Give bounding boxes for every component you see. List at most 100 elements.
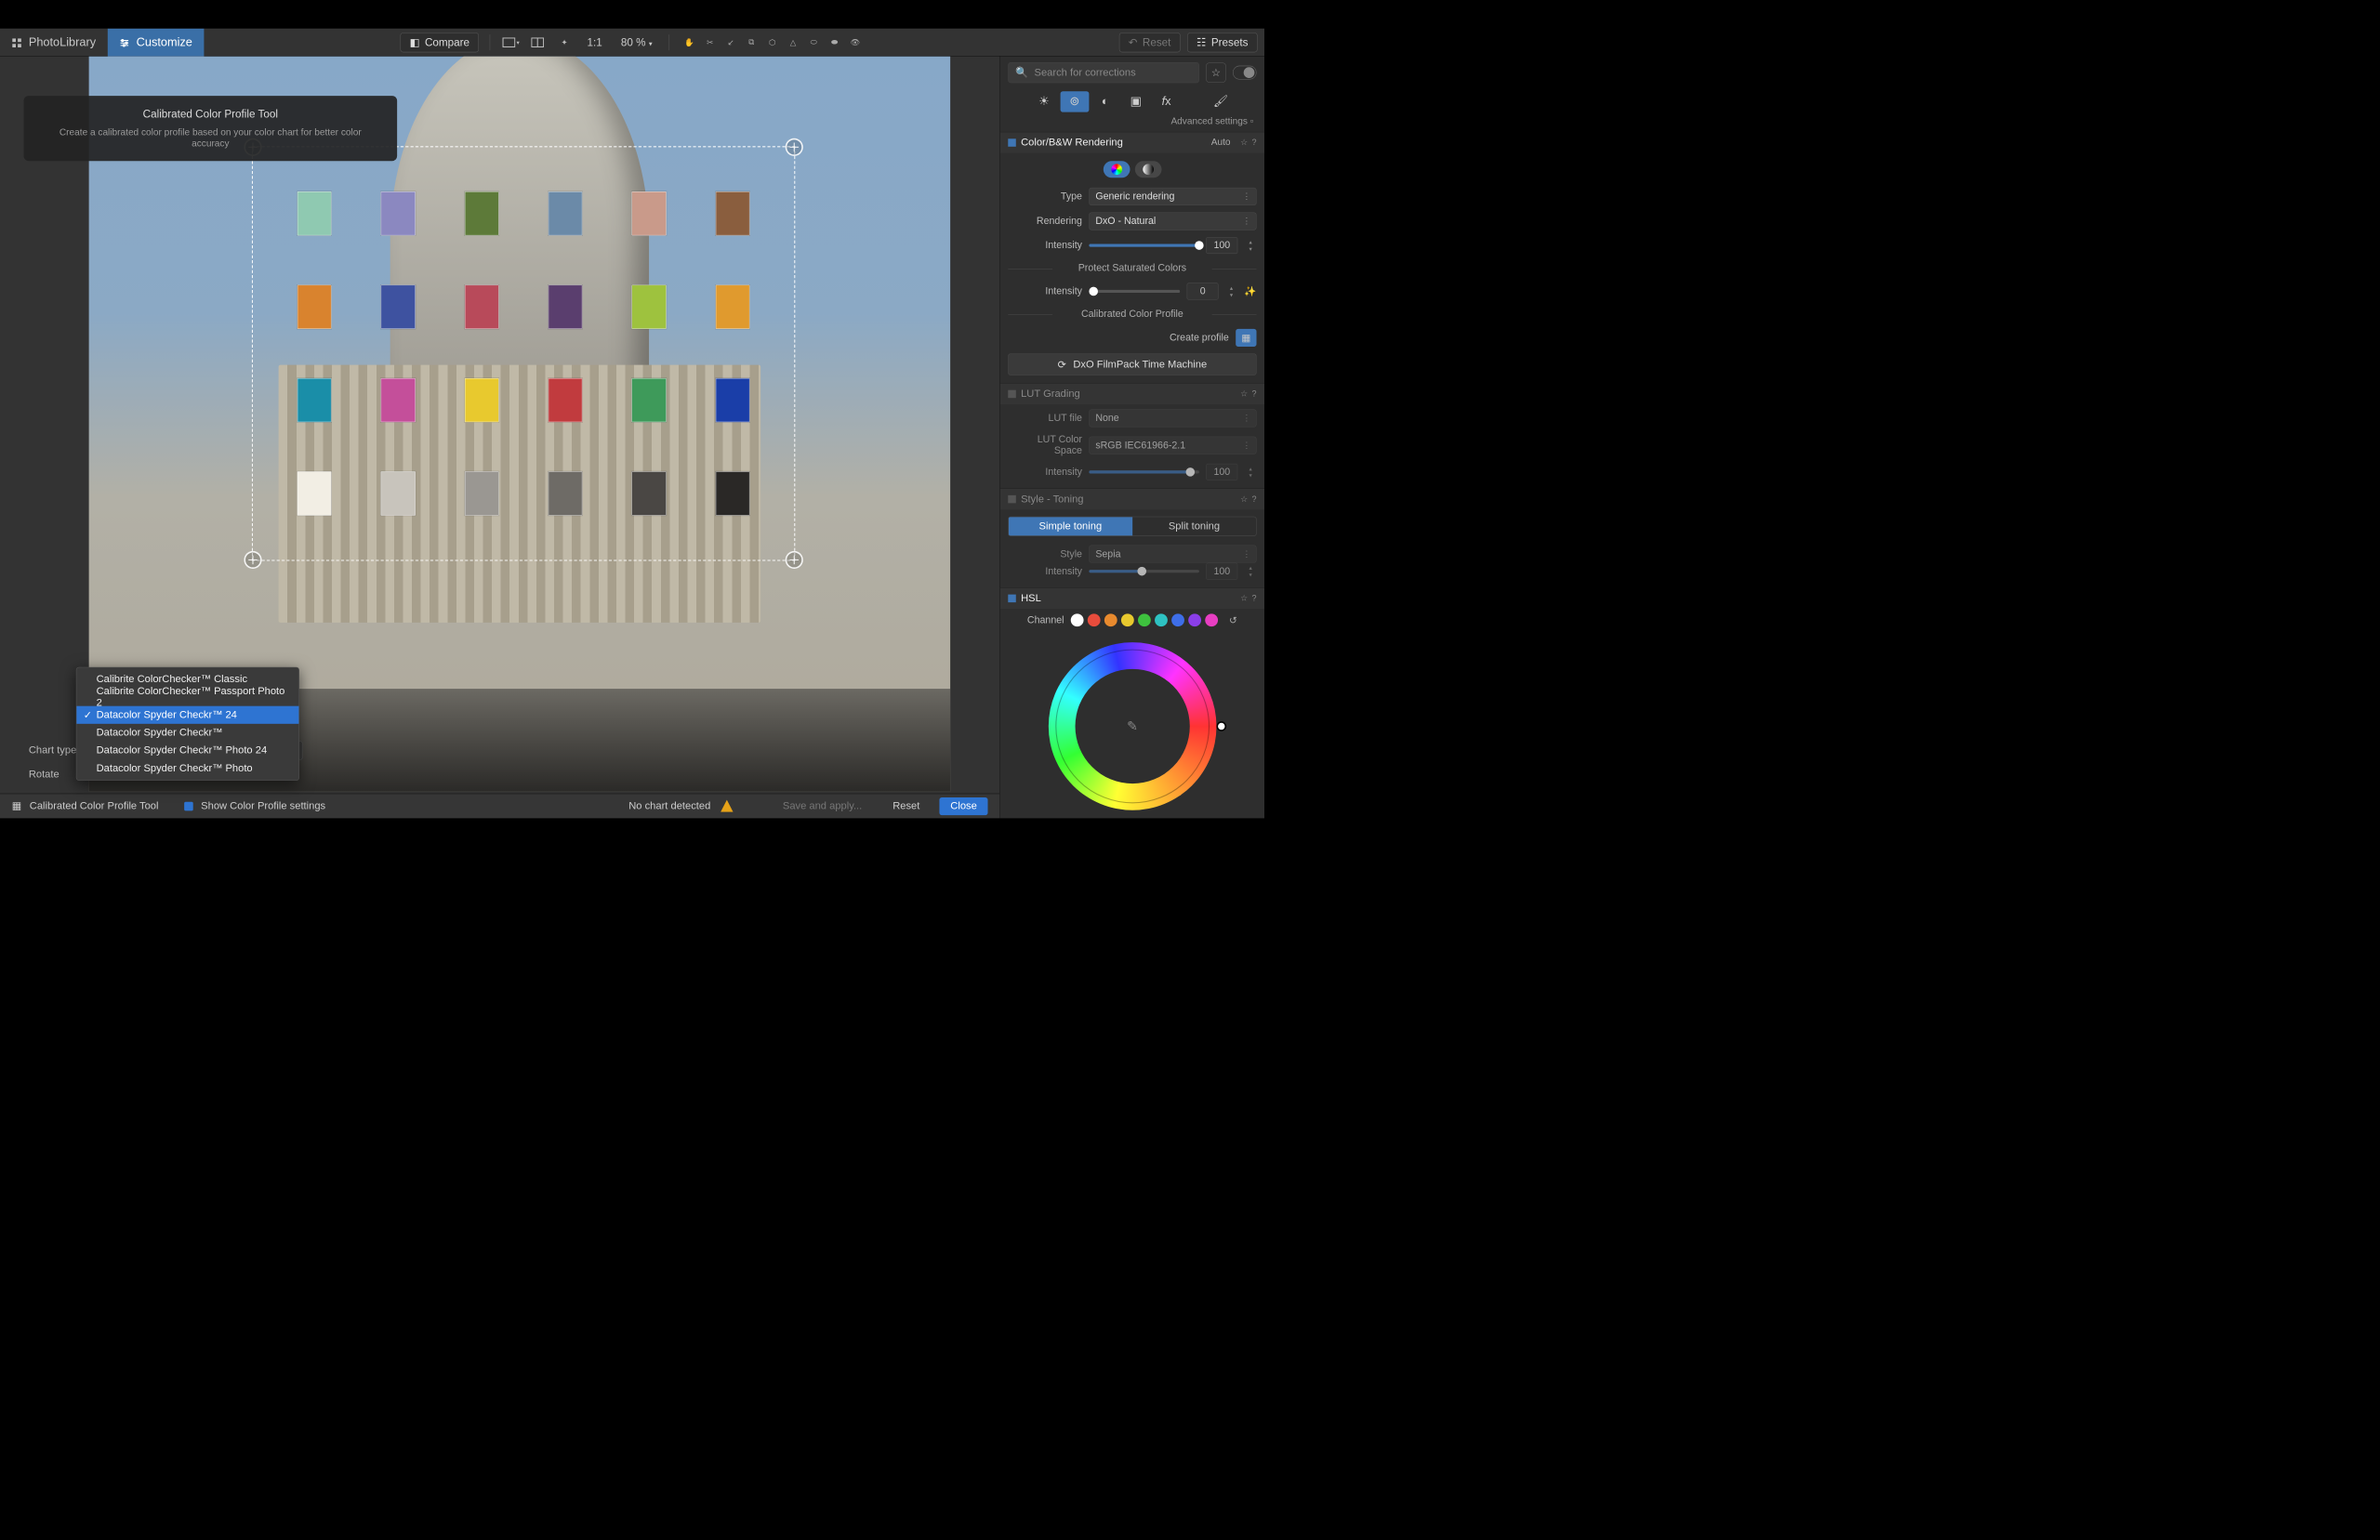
sliders-icon	[120, 37, 130, 47]
tab-photolibrary[interactable]: PhotoLibrary	[0, 29, 108, 57]
subhead-protect: Protect Saturated Colors	[1008, 261, 1256, 276]
retouch-tool-icon[interactable]: ⬬	[826, 33, 843, 51]
tab-customize[interactable]: Customize	[108, 29, 205, 57]
star-icon[interactable]: ☆	[1240, 138, 1248, 148]
channel-dot[interactable]	[1155, 613, 1168, 626]
channel-dot[interactable]	[1188, 613, 1201, 626]
fit-icon[interactable]: ✦	[554, 33, 574, 52]
lut-colorspace-dropdown[interactable]: sRGB IEC61966-2.1	[1089, 437, 1256, 454]
channel-dot[interactable]	[1088, 613, 1101, 626]
image-viewer[interactable]: Calibrated Color Profile Tool Create a c…	[0, 57, 999, 819]
style-stepper[interactable]: ▴▾	[1245, 564, 1257, 578]
show-settings-label: Show Color Profile settings	[201, 800, 325, 812]
hsl-color-wheel[interactable]: ✎	[1049, 642, 1217, 810]
section-toggle[interactable]	[1008, 495, 1016, 504]
channel-dot[interactable]	[1205, 613, 1218, 626]
lut-file-dropdown[interactable]: None	[1089, 409, 1256, 427]
intensity-stepper[interactable]: ▴▾	[1245, 239, 1257, 253]
lut-intensity-value[interactable]: 100	[1206, 464, 1237, 480]
color-patch	[632, 378, 667, 422]
star-icon[interactable]: ☆	[1240, 594, 1248, 604]
tab-color-icon[interactable]: ⊚	[1060, 91, 1089, 112]
menu-item[interactable]: Datacolor Spyder Checkr™	[76, 724, 298, 742]
tab-light-icon[interactable]: ☀	[1029, 91, 1058, 112]
no-chart-label: No chart detected	[628, 800, 710, 812]
menu-item-selected[interactable]: Datacolor Spyder Checkr™ 24	[76, 706, 298, 724]
advanced-settings-link[interactable]: Advanced settings	[1170, 116, 1247, 126]
color-patch	[549, 285, 583, 329]
style-intensity-value[interactable]: 100	[1206, 563, 1237, 580]
show-settings-checkbox[interactable]	[184, 801, 193, 810]
simple-toning-button[interactable]: Simple toning	[1009, 517, 1132, 535]
hand-tool-icon[interactable]: ✋	[681, 33, 698, 51]
type-dropdown[interactable]: Generic rendering	[1089, 188, 1256, 205]
menu-item[interactable]: Datacolor Spyder Checkr™ Photo	[76, 759, 298, 777]
repair-tool-icon[interactable]: ⬭	[805, 33, 823, 51]
style-dropdown[interactable]: Sepia	[1089, 546, 1256, 563]
tab-geometry-icon[interactable]: ▣	[1121, 91, 1150, 112]
compare-button[interactable]: ◧ Compare	[401, 33, 480, 52]
channel-dot[interactable]	[1171, 613, 1184, 626]
menu-item[interactable]: Datacolor Spyder Checkr™ Photo 24	[76, 742, 298, 759]
eyedropper-icon[interactable]: ✎	[1127, 718, 1138, 733]
protect-intensity-slider[interactable]	[1089, 290, 1180, 293]
help-icon[interactable]: ?	[1251, 594, 1256, 604]
pill-color[interactable]	[1104, 161, 1130, 178]
tab-fx-icon[interactable]: fx	[1152, 91, 1181, 112]
search-corrections-input[interactable]: 🔍 Search for corrections	[1008, 62, 1199, 83]
wand-icon[interactable]: ✨	[1244, 285, 1256, 297]
channel-dot[interactable]	[1138, 613, 1151, 626]
protect-stepper[interactable]: ▴▾	[1225, 284, 1237, 298]
pill-bw[interactable]	[1135, 161, 1162, 178]
style-intensity-slider[interactable]	[1089, 570, 1198, 573]
section-toggle[interactable]	[1008, 138, 1016, 147]
menu-item[interactable]: Calibrite ColorChecker™ Passport Photo 2	[76, 689, 298, 706]
intensity-value[interactable]: 100	[1206, 237, 1237, 254]
star-icon[interactable]: ☆	[1240, 389, 1248, 400]
section-toggle[interactable]	[1008, 390, 1016, 399]
channel-dot[interactable]	[1121, 613, 1134, 626]
channel-dot[interactable]	[1104, 613, 1117, 626]
split-toning-button[interactable]: Split toning	[1132, 517, 1256, 535]
perspective-tool-icon[interactable]: ⬡	[763, 33, 781, 51]
lut-intensity-slider[interactable]	[1089, 470, 1198, 473]
help-icon[interactable]: ?	[1251, 138, 1256, 148]
keystone-tool-icon[interactable]: △	[784, 33, 801, 51]
whitebalance-tool-icon[interactable]: ↙	[721, 33, 739, 51]
horizon-tool-icon[interactable]: ⧉	[743, 33, 760, 51]
tab-detail-icon[interactable]: ◐	[1091, 91, 1119, 112]
crop-tool-icon[interactable]: ✂	[701, 33, 719, 51]
intensity-slider[interactable]	[1089, 244, 1198, 246]
close-tool-button[interactable]: Close	[940, 797, 988, 815]
rendering-dropdown[interactable]: DxO - Natural	[1089, 212, 1256, 230]
zoom-percent[interactable]: 80 % ▾	[615, 36, 658, 49]
protect-intensity-value[interactable]: 0	[1187, 283, 1219, 299]
presets-icon: ☷	[1197, 36, 1206, 49]
hue-marker[interactable]	[1216, 721, 1226, 731]
channel-dot[interactable]	[1071, 613, 1084, 626]
favorite-button[interactable]: ☆	[1206, 62, 1225, 82]
zoom-ratio[interactable]: 1:1	[581, 36, 608, 49]
create-profile-button[interactable]: ▦	[1236, 329, 1256, 347]
help-icon[interactable]: ?	[1251, 389, 1256, 400]
reset-button[interactable]: ↶ Reset	[1119, 33, 1181, 52]
lut-stepper[interactable]: ▴▾	[1245, 465, 1257, 479]
view-split-icon[interactable]	[528, 33, 548, 52]
presets-button[interactable]: ☷ Presets	[1187, 33, 1258, 52]
save-apply-button[interactable]: Save and apply...	[772, 797, 873, 815]
tab-local-icon[interactable]: 🖌	[1207, 91, 1236, 112]
color-patch	[381, 471, 416, 515]
reset-icon[interactable]: ↺	[1229, 614, 1237, 626]
search-icon: 🔍	[1015, 67, 1028, 79]
reset-tool-button[interactable]: Reset	[882, 797, 932, 815]
timemachine-icon: ⟳	[1058, 358, 1066, 370]
filmpack-button[interactable]: ⟳DxO FilmPack Time Machine	[1008, 353, 1256, 375]
help-icon[interactable]: ?	[1251, 494, 1256, 505]
panel-toggle[interactable]	[1233, 66, 1257, 80]
view-single-icon[interactable]: ▾	[501, 33, 521, 52]
auto-label[interactable]: Auto	[1211, 138, 1231, 149]
preview-tool-icon[interactable]: 👁	[846, 33, 864, 51]
section-toggle[interactable]	[1008, 595, 1016, 603]
color-chart-overlay[interactable]	[252, 146, 795, 560]
star-icon[interactable]: ☆	[1240, 494, 1248, 505]
